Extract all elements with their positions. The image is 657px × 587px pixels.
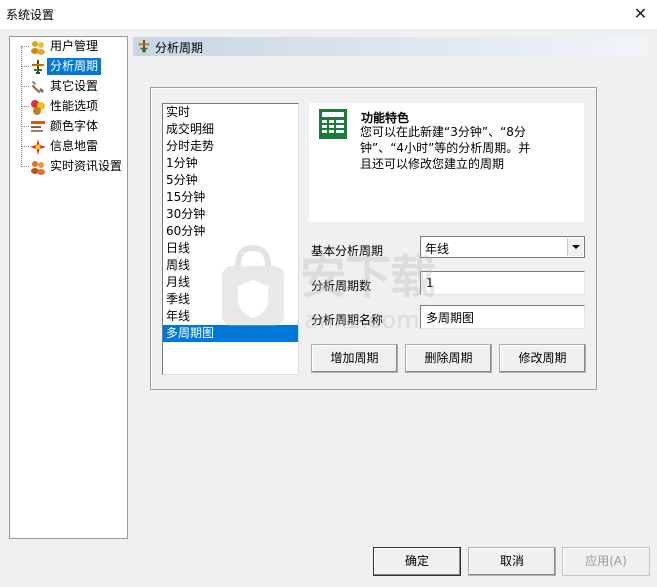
- tree-item-user-management[interactable]: 用户管理: [21, 37, 127, 57]
- modify-period-button[interactable]: 修改周期: [499, 344, 586, 373]
- period-list-item[interactable]: 15分钟: [163, 189, 298, 206]
- performance-icon: [31, 100, 45, 115]
- tree-item-label: 用户管理: [50, 39, 99, 53]
- font-color-icon: [31, 121, 45, 132]
- users-icon: [31, 41, 45, 55]
- period-list-item[interactable]: 季线: [163, 291, 298, 308]
- tree-branch: [21, 126, 29, 127]
- tree-item-info-mine[interactable]: 信息地雷: [21, 137, 127, 157]
- period-count-field[interactable]: [420, 271, 585, 295]
- section-title: 分析周期: [155, 41, 204, 55]
- tree-branch: [21, 66, 29, 67]
- tree-branch: [21, 86, 29, 87]
- tree-branch: [21, 106, 29, 107]
- close-icon[interactable]: ✕: [624, 0, 657, 29]
- apply-button[interactable]: 应用(A): [562, 547, 650, 576]
- news-icon: [31, 161, 45, 175]
- feature-info-box: 功能特色 您可以在此新建“3分钟”、“8分钟”、“4小时”等的分析周期。并且还可…: [309, 103, 584, 222]
- calculator-icon: [319, 109, 347, 139]
- period-list-item[interactable]: 5分钟: [163, 172, 298, 189]
- period-list-item[interactable]: 年线: [163, 308, 298, 325]
- tree-item-performance[interactable]: 性能选项: [21, 97, 127, 117]
- section-header: 分析周期: [133, 37, 648, 56]
- tree-branch: [21, 166, 29, 167]
- period-list-item[interactable]: 30分钟: [163, 206, 298, 223]
- dropdown-button[interactable]: [567, 238, 583, 256]
- period-list-item[interactable]: 周线: [163, 257, 298, 274]
- period-list-item[interactable]: 日线: [163, 240, 298, 257]
- tree-branch: [21, 46, 29, 47]
- tree-item-analysis-period[interactable]: 分析周期: [21, 57, 127, 77]
- period-list-item[interactable]: 月线: [163, 274, 298, 291]
- base-period-label: 基本分析周期: [311, 244, 384, 258]
- title-bar: 系统设置 ✕: [0, 0, 657, 29]
- tree-branch: [21, 146, 29, 147]
- ok-button[interactable]: 确定: [373, 547, 461, 576]
- tree-item-label: 性能选项: [50, 99, 99, 113]
- period-count-input[interactable]: [421, 272, 584, 294]
- period-list-item[interactable]: 60分钟: [163, 223, 298, 240]
- period-list-item[interactable]: 成交明细: [163, 121, 298, 138]
- period-count-label: 分析周期数: [311, 279, 372, 293]
- period-icon: [32, 60, 44, 74]
- period-listbox[interactable]: 实时 成交明细 分时走势 1分钟 5分钟 15分钟 30分钟 60分钟 日线 周线 月线 季线 年线 多周…: [162, 103, 299, 375]
- period-list-item[interactable]: 分时走势: [163, 138, 298, 155]
- tree-item-news-settings[interactable]: 实时资讯设置: [21, 157, 127, 177]
- delete-period-button[interactable]: 删除周期: [405, 344, 492, 373]
- period-icon: [138, 39, 150, 53]
- info-mine-icon: [30, 139, 46, 155]
- feature-description: 您可以在此新建“3分钟”、“8分钟”、“4小时”等的分析周期。并且还可以修改您建…: [360, 125, 531, 171]
- add-period-button[interactable]: 增加周期: [311, 344, 398, 373]
- tree-item-label: 信息地雷: [50, 139, 99, 153]
- tree-item-label: 分析周期: [47, 58, 102, 75]
- period-list-item[interactable]: 实时: [163, 104, 298, 121]
- chevron-down-icon: [572, 245, 580, 249]
- tools-icon: [31, 81, 44, 94]
- base-period-value: 年线: [425, 242, 450, 256]
- period-name-field[interactable]: [420, 305, 585, 329]
- tree-item-color-font[interactable]: 颜色字体: [21, 117, 127, 137]
- tree-item-label: 颜色字体: [50, 119, 99, 133]
- period-name-label: 分析周期名称: [311, 313, 384, 327]
- window-title: 系统设置: [6, 8, 55, 22]
- period-list-item[interactable]: 1分钟: [163, 155, 298, 172]
- base-period-select[interactable]: 年线: [420, 236, 585, 258]
- period-name-input[interactable]: [421, 306, 584, 328]
- tree-item-label: 其它设置: [50, 79, 99, 93]
- period-list-item[interactable]: 多周期图: [163, 325, 298, 342]
- settings-tree: 用户管理 分析周期 其它设置 性能选项 颜色字体 信息地雷 实时资讯设置: [9, 36, 128, 539]
- tree-item-label: 实时资讯设置: [50, 159, 123, 173]
- tree-item-other-settings[interactable]: 其它设置: [21, 77, 127, 97]
- cancel-button[interactable]: 取消: [468, 547, 556, 576]
